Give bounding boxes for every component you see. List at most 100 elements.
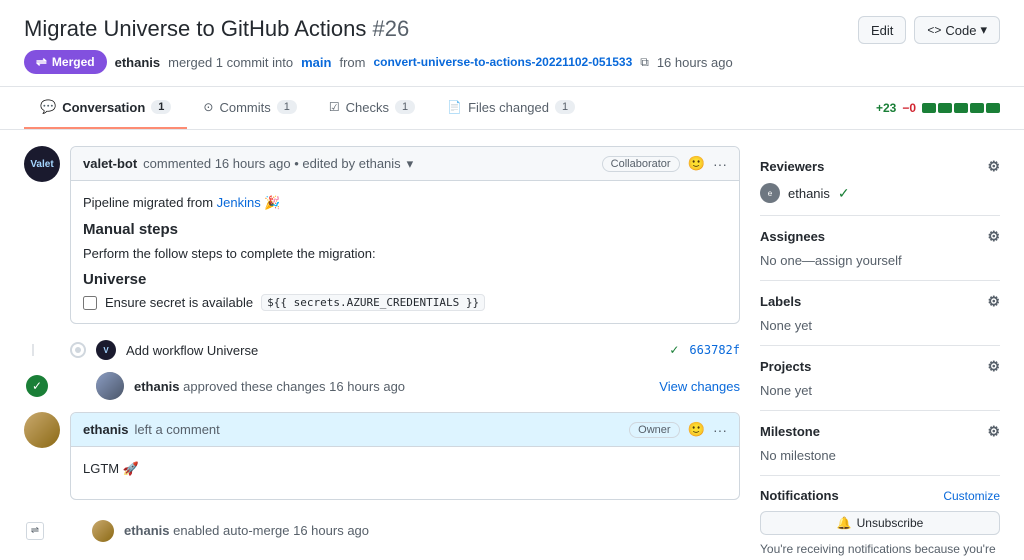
commit-dot-inner: [75, 347, 81, 353]
auto-merge-text: ethanis enabled auto-merge 16 hours ago: [124, 523, 369, 538]
more-options-icon[interactable]: ···: [713, 156, 727, 172]
comment-action: commented 16 hours ago • edited by ethan…: [143, 156, 401, 171]
milestone-section: Milestone ⚙ No milestone: [760, 411, 1000, 476]
lgtm-comment-action: left a comment: [135, 422, 220, 437]
manual-steps-heading: Manual steps: [83, 221, 727, 238]
copy-icon[interactable]: ⧉: [640, 55, 649, 70]
customize-link[interactable]: Customize: [943, 489, 1000, 503]
reaction-icon[interactable]: 🙂: [688, 155, 705, 172]
projects-empty: None yet: [760, 383, 812, 398]
auto-merge-avatar: [92, 520, 114, 542]
valet-comment: Valet valet-bot commented 16 hours ago •…: [24, 146, 740, 324]
diff-block-2: [938, 103, 952, 113]
assignees-gear-icon[interactable]: ⚙: [987, 228, 1000, 245]
reviewer-avatar: e: [760, 183, 780, 203]
auto-merge-item: ⇌ ethanis enabled auto-merge 16 hours ag…: [24, 512, 740, 542]
tab-commits[interactable]: ⊙ Commits 1: [187, 87, 312, 129]
bell-icon: 🔔: [837, 516, 852, 530]
diff-block-1: [922, 103, 936, 113]
approved-icon: ✓: [26, 375, 48, 397]
code-snippet: ${{ secrets.AZURE_CREDENTIALS }}: [261, 294, 485, 311]
diff-block-4: [970, 103, 984, 113]
conversation-icon: 💬: [40, 99, 56, 115]
pr-meta-action: merged 1 commit into: [168, 55, 293, 70]
comment-author: valet-bot: [83, 156, 137, 171]
milestone-empty: No milestone: [760, 448, 836, 463]
merge-icon: ⇌: [36, 54, 47, 70]
checks-icon: ☑: [329, 100, 340, 114]
reviewer-name: ethanis: [788, 186, 830, 201]
owner-badge: Owner: [629, 422, 679, 438]
reviewers-gear-icon[interactable]: ⚙: [987, 158, 1000, 175]
deletions-stat: −0: [902, 101, 916, 115]
commits-icon: ⊙: [203, 100, 213, 114]
comment-body: Pipeline migrated from Jenkins 🎉 Manual …: [71, 181, 739, 323]
lgtm-text: LGTM 🚀: [83, 459, 727, 479]
code-icon: <>: [927, 23, 941, 37]
ensure-secret-checkbox[interactable]: [83, 296, 97, 310]
tab-conversation[interactable]: 💬 Conversation 1: [24, 87, 187, 129]
reviewers-section: Reviewers ⚙ e ethanis ✓: [760, 146, 1000, 216]
diff-stats: +23 −0: [876, 101, 1000, 115]
valet-avatar: Valet: [24, 146, 60, 182]
collaborator-badge: Collaborator: [602, 156, 680, 172]
commit-avatar: V: [96, 340, 116, 360]
manual-steps-desc: Perform the follow steps to complete the…: [83, 244, 727, 264]
jenkins-link[interactable]: Jenkins: [217, 195, 261, 210]
commit-sha[interactable]: 663782f: [689, 343, 740, 357]
comment-header: valet-bot commented 16 hours ago • edite…: [71, 147, 739, 181]
approver-avatar: [96, 372, 124, 400]
diff-block-3: [954, 103, 968, 113]
labels-header: Labels ⚙: [760, 293, 1000, 310]
ethanis-avatar: [24, 412, 60, 448]
projects-header: Projects ⚙: [760, 358, 1000, 375]
edit-chevron-icon[interactable]: ▾: [407, 156, 414, 172]
approval-text: ethanis approved these changes 16 hours …: [134, 379, 649, 394]
code-button[interactable]: <> Code ▾: [914, 16, 1000, 44]
approval-item: ✓ ethanis approved these changes 16 hour…: [24, 364, 740, 404]
files-icon: 📄: [447, 100, 462, 114]
tabs-bar: 💬 Conversation 1 ⊙ Commits 1 ☑ Checks 1 …: [0, 87, 1024, 130]
assignees-section: Assignees ⚙ No one—assign yourself: [760, 216, 1000, 281]
merged-badge: ⇌ Merged: [24, 50, 107, 74]
timeline-connector: [32, 344, 34, 356]
universe-heading: Universe: [83, 271, 727, 288]
comment-intro: Pipeline migrated from Jenkins 🎉: [83, 193, 727, 213]
auto-merge-icon: ⇌: [26, 522, 44, 540]
approver-name: ethanis: [134, 379, 180, 394]
chevron-down-icon: ▾: [980, 22, 987, 38]
diff-block-5: [986, 103, 1000, 113]
commit-check-icon: ✓: [669, 343, 679, 357]
projects-gear-icon[interactable]: ⚙: [987, 358, 1000, 375]
view-changes-link[interactable]: View changes: [659, 379, 740, 394]
reviewer-check-icon: ✓: [838, 185, 850, 202]
assignees-header: Assignees ⚙: [760, 228, 1000, 245]
lgtm-comment-body: LGTM 🚀: [71, 447, 739, 499]
labels-empty: None yet: [760, 318, 812, 333]
tab-files-changed[interactable]: 📄 Files changed 1: [431, 87, 591, 129]
lgtm-more-icon[interactable]: ···: [713, 422, 727, 438]
projects-section: Projects ⚙ None yet: [760, 346, 1000, 411]
pr-meta-author: ethanis: [115, 55, 161, 70]
commit-timeline-item: V Add workflow Universe ✓ 663782f: [24, 336, 740, 364]
diff-blocks: [922, 103, 1000, 113]
base-branch-link[interactable]: main: [301, 55, 331, 70]
assign-yourself-link[interactable]: assign yourself: [815, 253, 902, 268]
valet-comment-box: valet-bot commented 16 hours ago • edite…: [70, 146, 740, 324]
pr-title: Migrate Universe to GitHub Actions #26: [24, 16, 1000, 42]
lgtm-comment-header: ethanis left a comment Owner 🙂 ···: [71, 413, 739, 447]
reviewer-item: e ethanis ✓: [760, 183, 1000, 203]
edit-button[interactable]: Edit: [858, 16, 906, 44]
lgtm-reaction-icon[interactable]: 🙂: [688, 421, 705, 438]
checkbox-item: Ensure secret is available ${{ secrets.A…: [83, 294, 727, 311]
additions-stat: +23: [876, 101, 896, 115]
assignees-empty: No one—assign yourself: [760, 253, 902, 268]
tab-checks[interactable]: ☑ Checks 1: [313, 87, 431, 129]
unsubscribe-button[interactable]: 🔔 Unsubscribe: [760, 511, 1000, 535]
compare-branch-link[interactable]: convert-universe-to-actions-20221102-051…: [373, 55, 632, 69]
labels-gear-icon[interactable]: ⚙: [987, 293, 1000, 310]
labels-section: Labels ⚙ None yet: [760, 281, 1000, 346]
notifications-section: Notifications Customize 🔔 Unsubscribe Yo…: [760, 476, 1000, 558]
checkbox-label: Ensure secret is available: [105, 295, 253, 310]
milestone-gear-icon[interactable]: ⚙: [987, 423, 1000, 440]
